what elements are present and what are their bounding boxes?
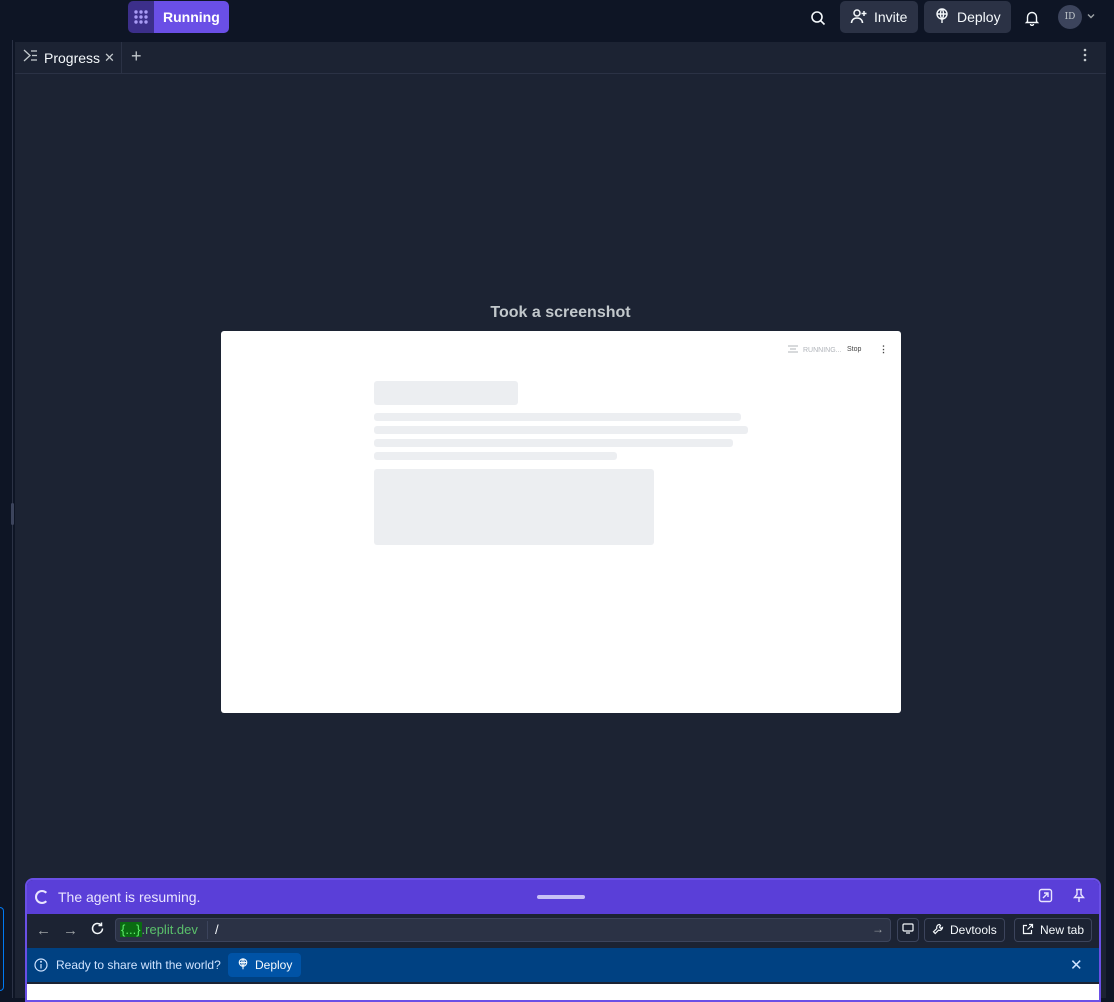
invite-button[interactable]: Invite [840,1,918,33]
deploy-balloon-icon [237,957,249,973]
add-tab-icon[interactable]: + [131,46,142,67]
skeleton-line [374,413,741,421]
device-preview-button[interactable] [897,918,919,942]
agent-status-text: The agent is resuming. [58,889,201,905]
wrench-icon [932,923,944,938]
url-host-highlight: {...} [120,922,142,937]
skeleton-title [374,381,518,405]
running-icon [787,344,799,356]
browser-nav-bar: ← → {...}.replit.dev / → Devtools New ta… [27,914,1099,948]
url-divider [207,921,208,939]
loading-spinner-icon [35,890,49,904]
new-tab-label: New tab [1040,923,1085,937]
add-user-icon [850,8,867,27]
resize-handle[interactable] [11,503,14,525]
reload-icon[interactable] [90,921,105,940]
top-bar: Running Invite Deploy ID [0,0,1114,40]
invite-label: Invite [874,9,908,25]
preview-status: RUNNING... [787,344,842,356]
skeleton-line [374,426,748,434]
url-path-input[interactable]: / [215,922,219,937]
forward-arrow-icon[interactable]: → [63,922,78,939]
deploy-balloon-icon [934,7,950,27]
deploy-button[interactable]: Deploy [924,1,1011,33]
screenshot-preview: RUNNING... Stop ⋮ [221,331,901,713]
screenshot-caption: Took a screenshot [490,304,631,321]
info-icon [34,958,48,977]
account-menu[interactable]: ID [1058,5,1096,29]
skeleton-block [374,469,654,545]
bell-icon[interactable] [1019,5,1045,31]
external-link-icon [1022,923,1034,938]
left-panel-edge-highlight [0,907,4,991]
agent-status-bar: The agent is resuming. [27,880,1099,914]
run-grid-icon[interactable] [128,1,154,33]
deploy-banner: Ready to share with the world? Deploy ✕ [27,948,1099,982]
go-arrow-icon[interactable]: → [872,922,884,936]
devtools-label: Devtools [950,923,997,937]
preview-stop-label: Stop [847,346,862,353]
monitor-icon [902,923,914,937]
url-bar[interactable]: {...}.replit.dev / → [115,918,891,942]
deploy-label: Deploy [957,9,1001,25]
url-host: {...}.replit.dev [120,922,198,937]
progress-panel: Progress ✕ + Took a screenshot RUNNING..… [15,42,1106,1002]
progress-icon [23,49,38,67]
url-host-rest: .replit.dev [141,922,198,937]
drag-handle[interactable] [537,895,585,899]
search-icon[interactable] [805,5,831,31]
close-icon[interactable]: ✕ [104,50,115,66]
open-external-icon[interactable] [1038,888,1053,908]
skeleton-line [374,439,733,447]
banner-deploy-label: Deploy [255,958,293,972]
pin-icon[interactable] [1072,888,1086,908]
webview-panel: The agent is resuming. ← → {...}.replit.… [25,878,1101,1002]
run-button-group[interactable]: Running [128,1,229,33]
preview-status-text: RUNNING... [803,346,842,354]
tab-bar: Progress ✕ + [15,42,1106,74]
avatar[interactable]: ID [1058,5,1082,29]
more-options-icon[interactable] [1083,48,1087,67]
run-button[interactable]: Running [154,1,229,33]
skeleton-line [374,452,617,460]
new-tab-button[interactable]: New tab [1014,918,1093,942]
banner-deploy-button[interactable]: Deploy [228,953,302,977]
banner-text: Ready to share with the world? [56,958,221,972]
close-icon[interactable]: ✕ [1070,956,1083,974]
back-arrow-icon[interactable]: ← [36,922,51,939]
devtools-button[interactable]: Devtools [924,918,1005,942]
chevron-down-icon [1086,8,1096,26]
preview-more-icon: ⋮ [879,344,888,354]
tab-label: Progress [44,49,101,66]
tab-progress[interactable]: Progress ✕ [15,42,122,73]
